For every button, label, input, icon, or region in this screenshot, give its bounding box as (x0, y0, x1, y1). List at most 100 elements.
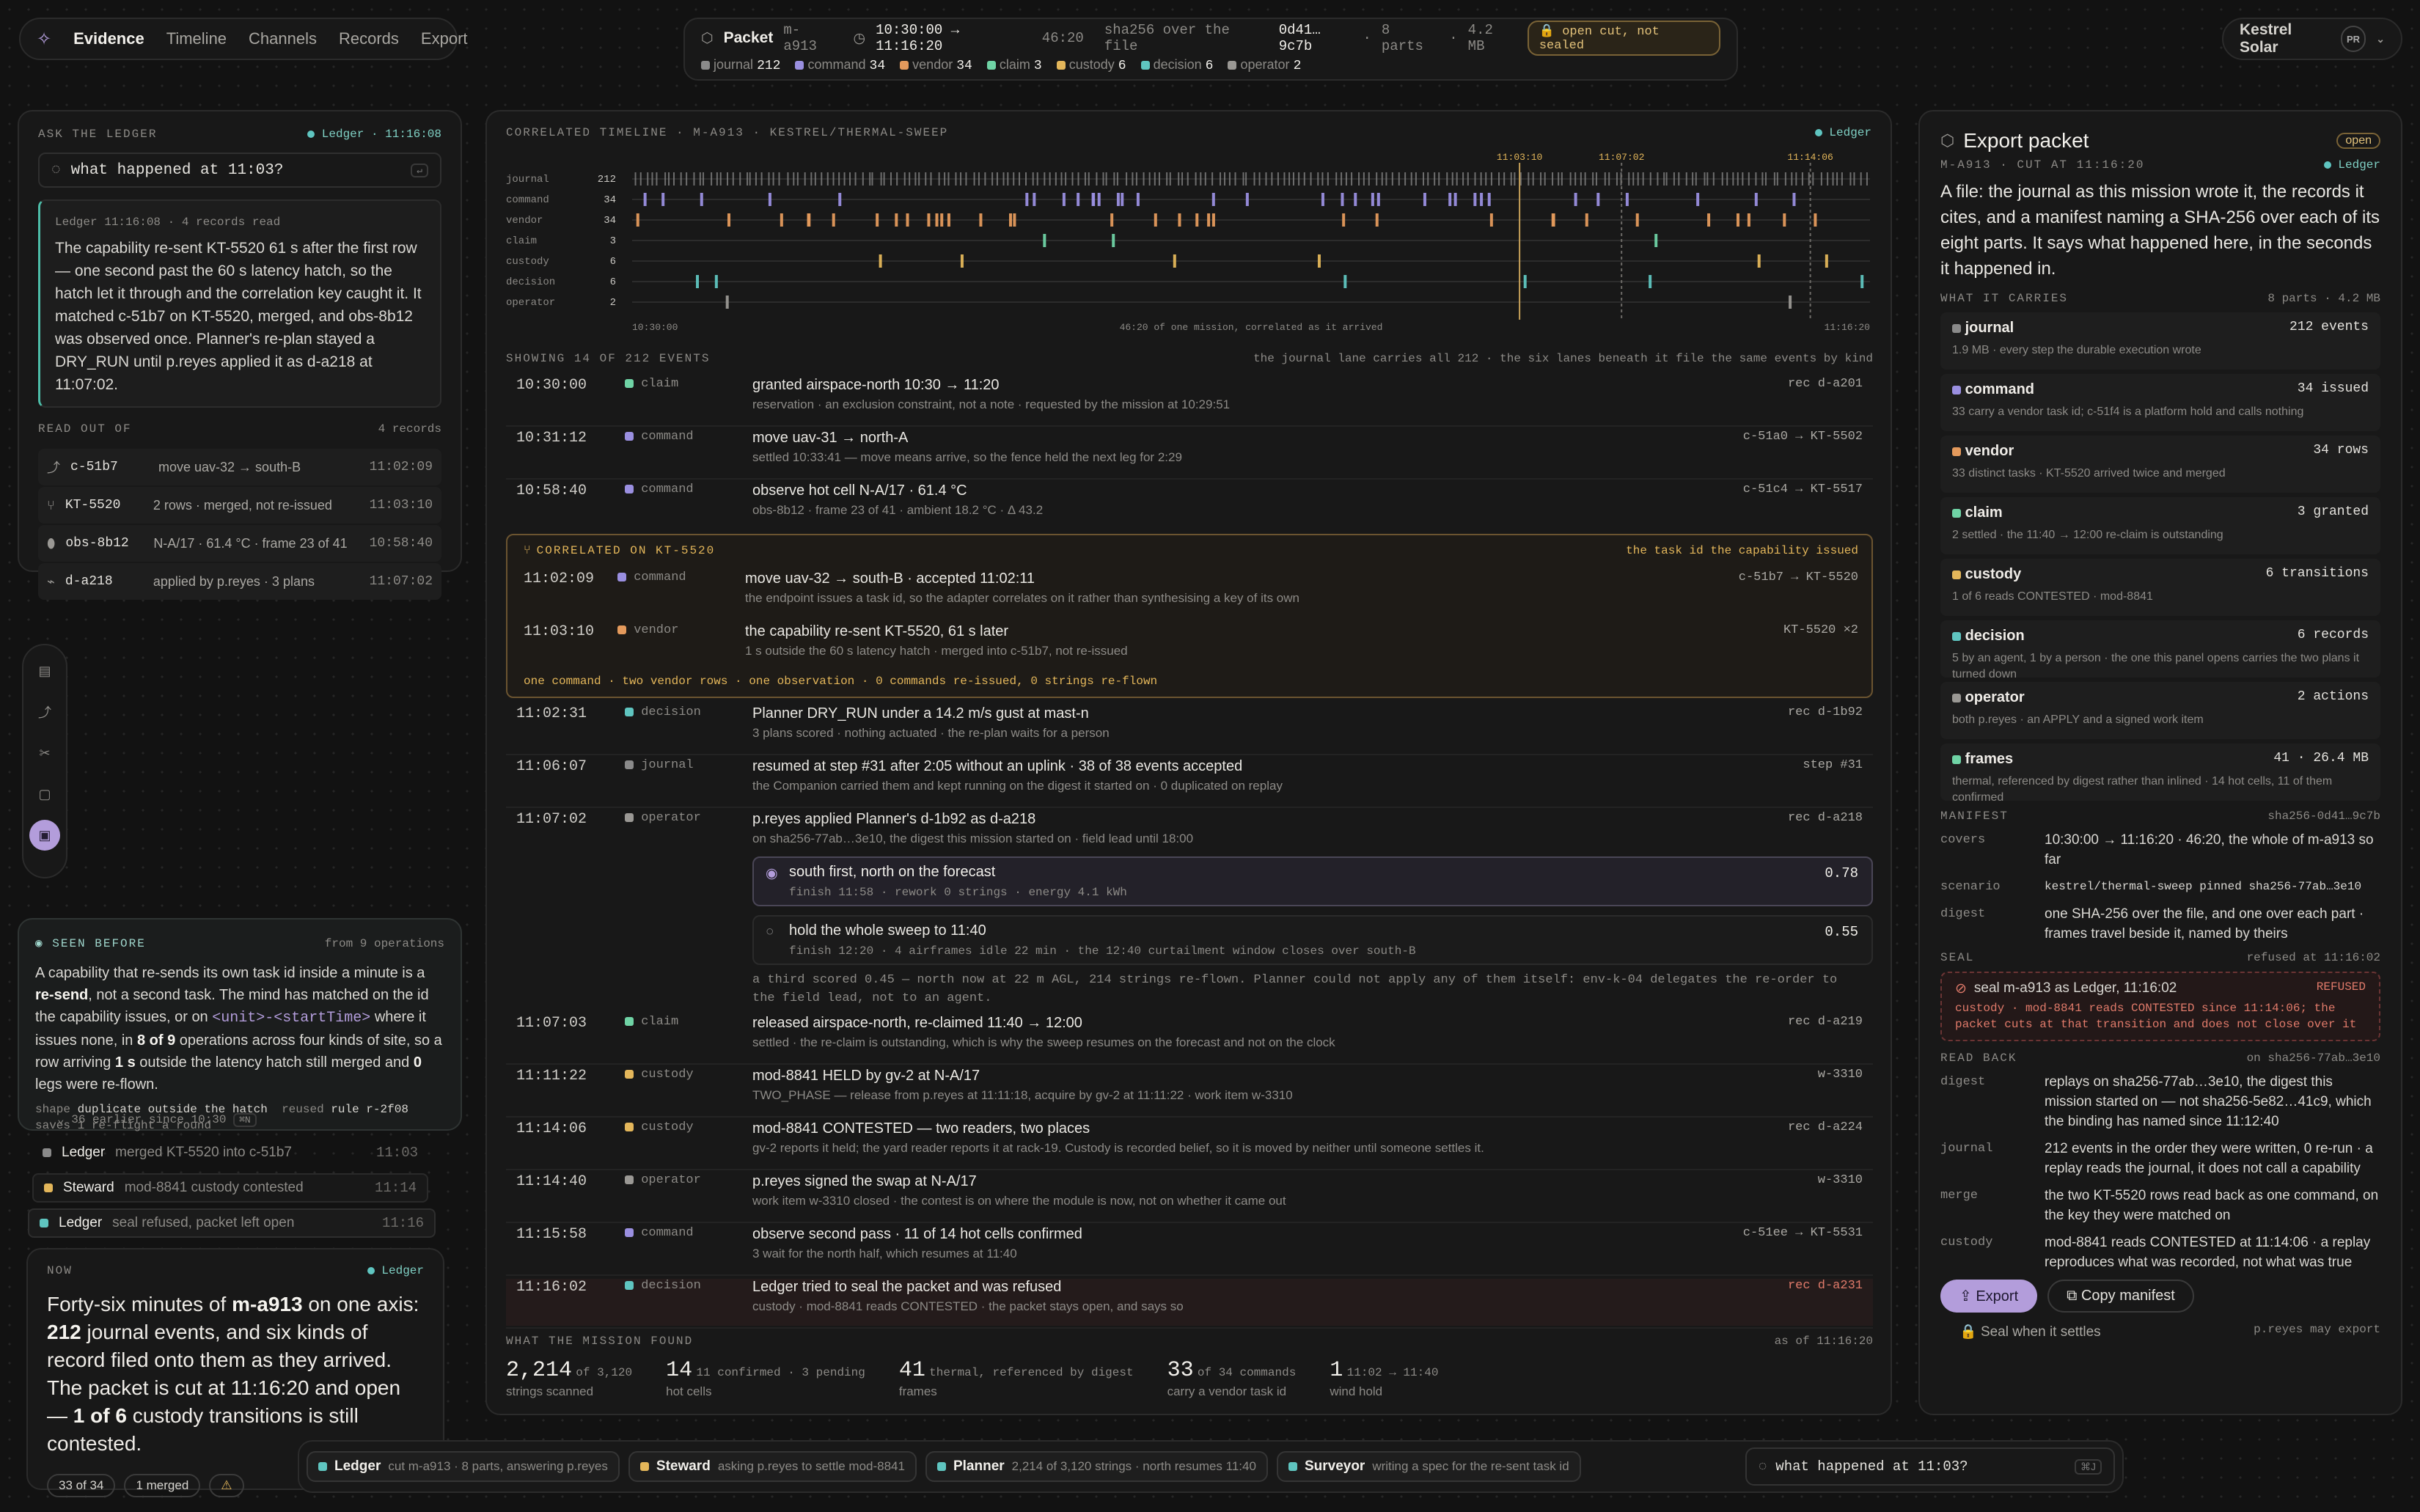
chip-commands[interactable]: 33 of 34 (47, 1474, 116, 1497)
lane-tick (1836, 172, 1838, 186)
seal-refused-box: ⊘ seal m-a913 as Ledger, 11:16:02 REFUSED … (1940, 972, 2380, 1041)
lane-tick (1532, 172, 1534, 186)
lane-tick (1368, 172, 1370, 186)
event-row[interactable]: 11:02:31 decision Planner DRY_RUN under … (506, 705, 1873, 752)
command-input[interactable]: ◌ what happened at 11:03? ⌘J (1745, 1447, 2115, 1486)
copy-manifest-button[interactable]: ⧉ Copy manifest (2047, 1280, 2194, 1313)
part-item[interactable]: custody 6 transitions 1 of 6 reads CONTEST… (1940, 559, 2380, 616)
part-item[interactable]: operator 2 actions both p.reyes · an APPLY… (1940, 682, 2380, 739)
lane-tick (871, 172, 873, 186)
part-item[interactable]: claim 3 granted 2 settled · the 11:40 → 12… (1940, 497, 2380, 554)
lane-tick (1376, 172, 1378, 186)
agent-chip[interactable]: Surveyor writing a spec for the re-sent t… (1276, 1451, 1581, 1482)
ask-status: Ledger · 11:16:08 (307, 128, 441, 141)
seal-when-settles-button[interactable]: 🔒 Seal when it settles (1940, 1323, 2101, 1340)
event-row[interactable]: 11:14:06 custody mod-8841 CONTESTED — tw… (506, 1120, 1873, 1167)
part-item[interactable]: decision 6 records 5 by an agent, 1 by a p… (1940, 620, 2380, 680)
lane-label: operator (506, 297, 555, 309)
export-button[interactable]: ⇪ Export (1940, 1280, 2038, 1313)
lane-tick (1154, 172, 1156, 186)
record-icon: ⑂ (47, 497, 55, 513)
nav-channels[interactable]: Channels (249, 29, 317, 48)
event-row[interactable]: 10:31:12 command move uav-31 → north-A s… (506, 430, 1873, 477)
event-row[interactable]: 11:11:22 custody mod-8841 HELD by gv-2 a… (506, 1068, 1873, 1115)
part-item[interactable]: frames 41 · 26.4 MB thermal, referenced by… (1940, 744, 2380, 804)
lane-tick (1009, 213, 1013, 227)
lane-tick (1637, 172, 1639, 186)
readback-digest: digest replays on sha256-77ab…3e10, the d… (1940, 1074, 2372, 1129)
document-icon[interactable]: ▣ (29, 820, 60, 851)
lane-tick (938, 172, 940, 186)
read-item[interactable]: ⤴ c-51b7 move uav-32 → south-B 11:02:09 (38, 449, 441, 485)
lane-tick (1371, 193, 1374, 206)
event-row[interactable]: 11:07:03 claim released airspace-north, … (506, 1015, 1873, 1062)
lane-tick (1487, 193, 1491, 206)
event-row[interactable]: 11:14:40 operator p.reyes signed the swa… (506, 1173, 1873, 1220)
lane-tick (991, 172, 994, 186)
read-item[interactable]: ⌁ d-a218 applied by p.reyes · 3 plans 11:07… (38, 563, 441, 600)
lane-tick (1789, 296, 1792, 309)
stat-4: 1 11:02 → 11:40 wind hold (1330, 1358, 1439, 1398)
timeline-lanes[interactable]: journal 212 command 34 vendor 34 claim 3 custody… (506, 151, 1874, 349)
lane-tick (1007, 172, 1009, 186)
event-row[interactable]: 11:07:02 operator p.reyes applied Planne… (506, 811, 1873, 858)
lane-tick (1283, 172, 1286, 186)
plan-option-chosen[interactable]: ◉ south first, north on the forecast fin… (752, 856, 1873, 906)
lane-tick (1558, 172, 1560, 186)
event-row[interactable]: 11:06:07 journal resumed at step #31 aft… (506, 758, 1873, 805)
lane-tick (1096, 172, 1098, 186)
lane-label: claim (506, 235, 537, 247)
lane-tick (1062, 193, 1066, 206)
lane-tick (947, 172, 950, 186)
ask-input[interactable]: ◌ what happened at 11:03? ↵ (38, 153, 441, 188)
agent-chip[interactable]: Steward asking p.reyes to settle mod-8841 (628, 1451, 917, 1482)
packet-counts: journal 212 command 34 vendor 34 claim 3… (701, 57, 1720, 73)
lane-tick (639, 172, 642, 186)
export-title: Export packet (1963, 129, 2089, 152)
lane-tick (1265, 172, 1267, 186)
lane-tick (1580, 172, 1582, 186)
carries-caption: WHAT IT CARRIES (1940, 292, 2069, 305)
read-item[interactable]: ⬮ obs-8b12 N-A/17 · 61.4 °C · frame 23 of … (38, 525, 441, 562)
chip-merged[interactable]: 1 merged (124, 1474, 201, 1497)
nav-records[interactable]: Records (339, 29, 399, 48)
read-item[interactable]: ⑂ KT-5520 2 rows · merged, not re-issued 11… (38, 487, 441, 524)
feed-item[interactable]: Steward mod-8841 custody contested 11:14 (32, 1173, 428, 1203)
avatar[interactable]: PR (2340, 26, 2366, 52)
earlier-toggle[interactable]: ⌄ 36 earlier since 10:30 ⌘N (57, 1112, 257, 1127)
nav-export[interactable]: Export (421, 29, 468, 48)
lane-tick (1228, 172, 1231, 186)
lane-tick (918, 172, 920, 186)
lane-tick (1019, 172, 1021, 186)
lane-tick (930, 172, 932, 186)
agent-chip[interactable]: Ledger cut m-a913 · 8 parts, answering p.… (307, 1451, 620, 1482)
lane-tick (1112, 234, 1115, 247)
nav-evidence[interactable]: Evidence (73, 29, 144, 48)
chat-icon: ◌ (51, 161, 61, 179)
part-item[interactable]: vendor 34 rows 33 distinct tasks · KT-5520… (1940, 436, 2380, 493)
lane-tick (1584, 172, 1586, 186)
event-row[interactable]: 11:16:02 decision Ledger tried to seal t… (506, 1279, 1873, 1326)
nav-timeline[interactable]: Timeline (166, 29, 227, 48)
route-icon[interactable]: ⤴ (29, 697, 60, 727)
part-item[interactable]: command 34 issued 33 carry a vendor task i… (1940, 374, 2380, 431)
timeline-status: Ledger (1814, 126, 1871, 139)
event-row[interactable]: 10:30:00 claim granted airspace-north 10… (506, 377, 1873, 424)
map-icon[interactable]: ▤ (29, 656, 60, 686)
chip-warning[interactable]: ⚠ (209, 1474, 244, 1497)
lane-tick (1462, 172, 1464, 186)
feed-item[interactable]: Ledger merged KT-5520 into c-51b7 11:03 (32, 1138, 428, 1167)
agent-chip[interactable]: Planner 2,214 of 3,120 strings · north re… (925, 1451, 1268, 1482)
lane-tick (1438, 172, 1440, 186)
tools-icon[interactable]: ✂ (29, 738, 60, 768)
time-marker-label: 11:14:06 (1787, 152, 1833, 163)
lane-tick (772, 172, 774, 186)
clipboard-icon[interactable]: ▢ (29, 779, 60, 810)
event-row[interactable]: 10:58:40 command observe hot cell N-A/17… (506, 482, 1873, 529)
record-icon: ⤴ (47, 460, 60, 475)
workspace-switcher[interactable]: Kestrel Solar PR ⌄ (2222, 18, 2402, 60)
event-row[interactable]: 11:15:58 command observe second pass · 1… (506, 1226, 1873, 1273)
plan-option[interactable]: ○ hold the whole sweep to 11:40 finish 1… (752, 915, 1873, 965)
part-item[interactable]: journal 212 events 1.9 MB · every step the… (1940, 312, 2380, 370)
feed-item[interactable]: Ledger seal refused, packet left open 11:1… (28, 1208, 436, 1238)
